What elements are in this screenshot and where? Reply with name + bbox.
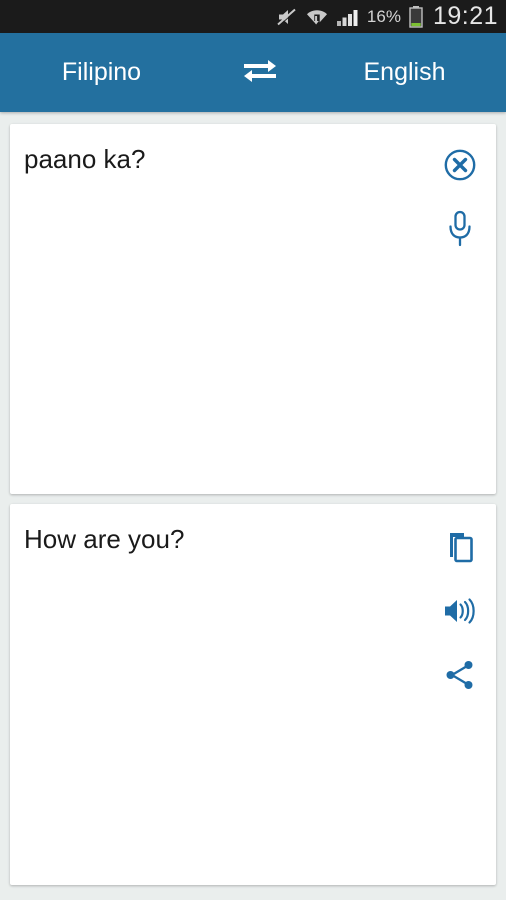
copy-icon	[444, 530, 476, 569]
wifi-transfer-icon	[305, 0, 329, 33]
source-actions	[424, 136, 496, 262]
translated-text-card[interactable]: How are you?	[10, 504, 496, 885]
battery-percent-text: 16%	[366, 7, 401, 26]
translation-actions	[424, 518, 496, 708]
language-header: Filipino English	[0, 33, 506, 112]
speak-translation-button[interactable]	[429, 582, 491, 644]
status-clock: 19:21	[432, 2, 498, 30]
app-screen: 16% 19:21 Filipino English paano ka? How…	[0, 0, 506, 900]
speaker-volume-icon	[442, 595, 478, 632]
target-language-button[interactable]: English	[297, 33, 506, 112]
volume-muted-icon	[276, 0, 298, 33]
share-icon	[444, 659, 476, 696]
share-translation-button[interactable]	[429, 646, 491, 708]
source-language-button[interactable]: Filipino	[0, 33, 223, 112]
clear-text-button[interactable]	[429, 136, 491, 198]
status-bar: 16% 19:21	[0, 0, 506, 33]
voice-input-button[interactable]	[429, 200, 491, 262]
source-text-card[interactable]: paano ka?	[10, 124, 496, 494]
swap-horizontal-icon	[241, 55, 279, 90]
battery-percent-label: 16%	[367, 0, 401, 33]
source-text[interactable]: paano ka?	[24, 142, 424, 176]
battery-low-icon	[408, 0, 424, 33]
microphone-icon	[445, 210, 475, 253]
copy-translation-button[interactable]	[429, 518, 491, 580]
translated-text: How are you?	[24, 524, 185, 554]
signal-bars-icon	[336, 0, 360, 33]
clear-circle-icon	[443, 148, 477, 187]
swap-languages-button[interactable]	[223, 33, 297, 112]
